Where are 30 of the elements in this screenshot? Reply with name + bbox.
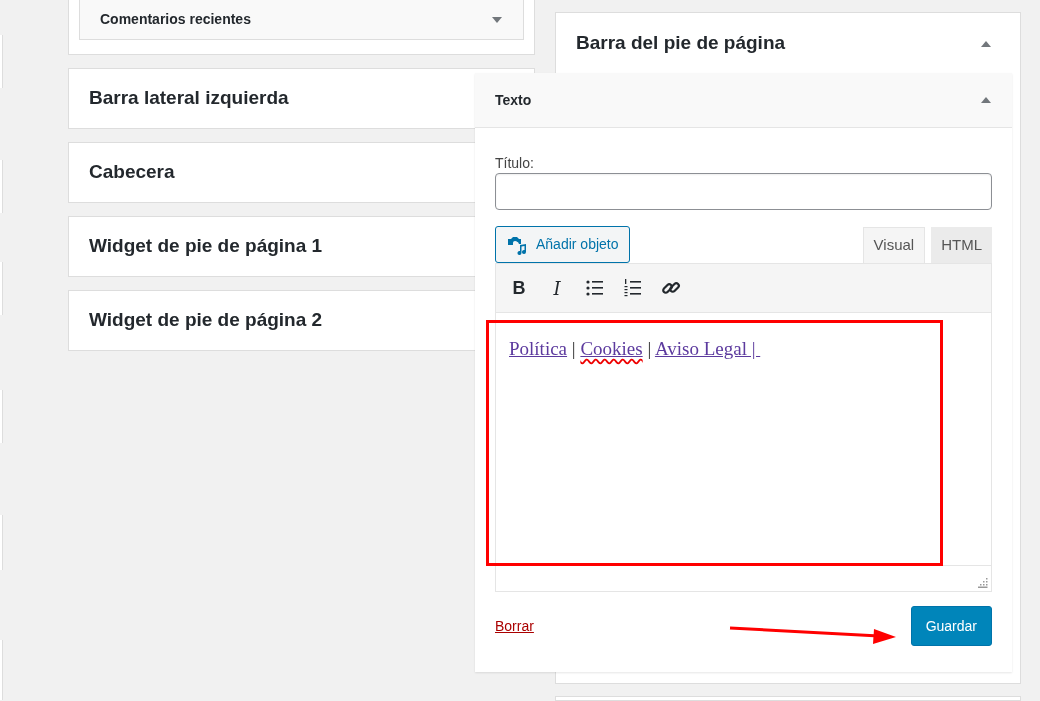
widget-header[interactable]: Comentarios recientes [79,0,524,40]
sidebar-header[interactable]: Barra del pie de página [556,13,1020,74]
text-link[interactable]: Política [509,338,568,359]
italic-button[interactable]: I [544,275,570,301]
sidebar-title: Barra del pie de página [576,31,786,56]
caret-up-icon[interactable] [980,39,992,48]
editor-tab[interactable]: HTML [931,227,992,263]
widget-title: Comentarios recientes [100,10,251,29]
list-icon[interactable] [585,278,605,298]
sidebar-title: Barra lateral izquierda [89,86,289,111]
caret-down-icon[interactable] [491,15,503,24]
field-label: Título: [495,154,535,173]
widget-title: Texto [495,90,532,110]
delete-link[interactable]: Borrar [495,615,534,637]
caret-up-icon[interactable] [980,96,992,104]
widget-header[interactable]: Texto [475,73,1012,128]
sidebar-title: Widget de pie de página 2 [89,308,323,333]
camera-music-icon [506,234,528,255]
text-link[interactable]: Cookies [580,338,643,359]
save-button[interactable]: Guardar [910,606,992,646]
resize-grip-icon [978,578,988,588]
text-link[interactable]: Aviso Legal | [654,338,761,359]
editor-text: Política | Cookies | Aviso Legal | [509,335,978,364]
numbered-list-icon[interactable] [623,278,643,298]
sidebar-title: Widget de pie de página 1 [89,234,323,259]
bold-button[interactable]: B [506,275,532,301]
sidebar-title: Cabecera [89,160,175,185]
title-input[interactable] [495,173,992,210]
editor-tab[interactable]: Visual [862,227,926,263]
add-media-button[interactable]: Añadir objeto [495,226,630,263]
